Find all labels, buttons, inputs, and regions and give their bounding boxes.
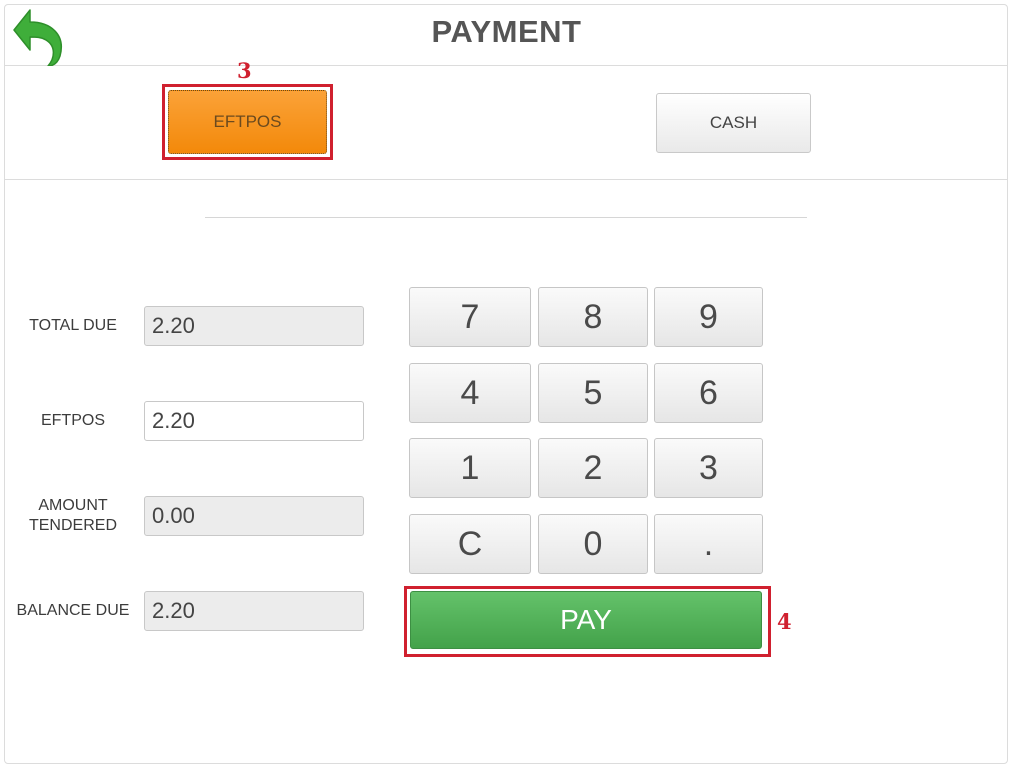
amount-tendered-field (144, 496, 364, 536)
eftpos-amount-label: EFTPOS (40, 412, 105, 429)
method-divider (4, 179, 1008, 180)
keypad-key-9[interactable]: 9 (654, 287, 763, 347)
amount-tendered-label: AMOUNT TENDERED (3, 496, 143, 536)
keypad-key-3[interactable]: 3 (654, 438, 763, 498)
keypad-key-7[interactable]: 7 (409, 287, 531, 347)
pay-button[interactable]: PAY (410, 591, 762, 649)
eftpos-amount-field[interactable] (144, 401, 364, 441)
keypad-decimal-key[interactable]: . (654, 514, 763, 574)
keypad-key-4[interactable]: 4 (409, 363, 531, 423)
page-title: PAYMENT (431, 14, 582, 49)
keypad-key-5[interactable]: 5 (538, 363, 648, 423)
eftpos-method-button[interactable]: EFTPOS (168, 90, 327, 154)
balance-due-field (144, 591, 364, 631)
cash-method-button[interactable]: CASH (656, 93, 811, 153)
total-due-field (144, 306, 364, 346)
keypad-key-0[interactable]: 0 (538, 514, 648, 574)
annotation-marker-3: 3 (237, 58, 252, 83)
keypad-key-1[interactable]: 1 (409, 438, 531, 498)
section-divider (205, 217, 807, 218)
keypad-key-2[interactable]: 2 (538, 438, 648, 498)
header-divider (4, 65, 1008, 66)
balance-due-label: BALANCE DUE (16, 602, 130, 619)
keypad-clear-key[interactable]: C (409, 514, 531, 574)
amount-tendered-label-line1: AMOUNT (38, 497, 108, 514)
keypad-key-8[interactable]: 8 (538, 287, 648, 347)
total-due-label: TOTAL DUE (29, 317, 117, 334)
annotation-marker-4: 4 (777, 609, 792, 634)
keypad-key-6[interactable]: 6 (654, 363, 763, 423)
amount-tendered-label-line2: TENDERED (28, 517, 117, 534)
